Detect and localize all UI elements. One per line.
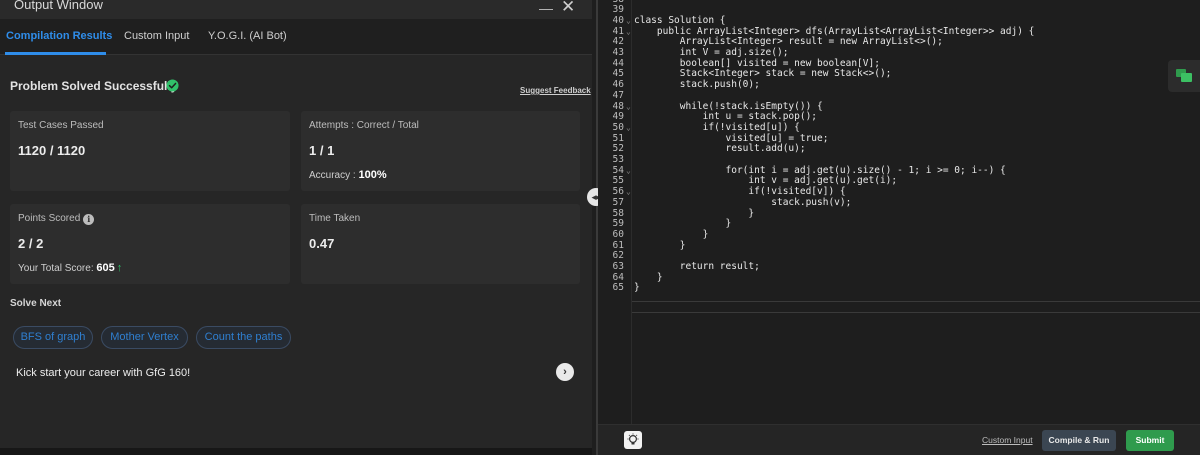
test-cases-value: 1120 / 1120 [18,143,86,158]
total-score: Your Total Score: 605 ↑ [18,262,122,274]
code-line[interactable]: } [634,240,686,252]
output-window-title: Output Window [14,0,103,12]
code-line[interactable]: if(!visited[u]) { [634,122,800,134]
editor-bottom-bar: Custom Input Compile & Run Submit [598,424,1200,455]
output-window: Output Window — ✕ Compilation Results Cu… [0,0,592,455]
line-number: 65 [612,282,624,294]
code-line[interactable]: result.add(u); [634,144,806,155]
tab-compilation-results[interactable]: Compilation Results [6,30,112,42]
submit-button[interactable]: Submit [1126,430,1174,451]
bottom-strip [0,448,592,455]
attempts-label: Attempts : Correct / Total [309,120,419,131]
fold-chevron-icon[interactable]: ⌄ [626,16,631,27]
points-value: 2 / 2 [18,236,44,251]
fold-chevron-icon[interactable]: ⌄ [626,123,631,134]
time-label: Time Taken [309,213,361,224]
status-message: Problem Solved Successfully [10,79,178,93]
total-score-value: 605 [96,262,115,274]
line-number: 50 [612,121,624,133]
line-number: 40 [612,14,624,26]
close-icon[interactable]: ✕ [561,0,575,15]
info-icon[interactable]: i [83,214,95,225]
fold-chevron-icon[interactable]: ⌄ [626,187,631,198]
code-line[interactable]: stack.push(v); [634,197,851,209]
code-line[interactable]: class Solution { [634,15,726,27]
fold-chevron-icon[interactable]: ⌄ [626,166,631,177]
attempts-value: 1 / 1 [309,143,335,158]
code-line[interactable]: } [634,283,640,294]
custom-input-link[interactable]: Custom Input [982,435,1033,445]
accuracy-label: Accuracy : [309,170,356,181]
lightbulb-button[interactable] [624,431,642,449]
promo-text: Kick start your career with GfG 160! [16,367,191,379]
points-card: Points Scored i 2 / 2 Your Total Score: 6… [10,204,290,284]
fold-chevron-icon[interactable]: ⌄ [626,102,631,113]
points-label-wrap: Points Scored i [18,213,95,225]
arrow-up-icon: ↑ [116,262,123,274]
time-value: 0.47 [309,236,335,251]
check-circle-icon [166,79,179,92]
code-line[interactable]: } [634,229,709,241]
code-line[interactable]: stack.push(0); [634,79,760,91]
fold-chevron-icon[interactable]: ⌄ [626,27,631,38]
solve-next-heading: Solve Next [10,298,62,309]
chip-mother-vertex[interactable]: Mother Vertex [101,326,188,349]
code-editor[interactable]: 383940⌄class Solution {41⌄ public ArrayL… [598,0,1200,424]
current-line-highlight [632,301,1200,313]
active-tab-indicator [5,52,106,55]
minimize-icon[interactable]: — [539,1,553,15]
test-cases-label: Test Cases Passed [18,120,104,131]
points-label: Points Scored [18,213,81,224]
output-window-header: Output Window — ✕ [0,0,592,19]
line-number: 47 [612,89,624,101]
line-number: 57 [612,196,624,208]
attempts-card: Attempts : Correct / Total 1 / 1 Accurac… [301,111,580,191]
compile-run-button[interactable]: Compile & Run [1042,430,1116,451]
suggest-feedback-link[interactable]: Suggest Feedback [520,86,591,95]
gutter-separator [631,0,632,424]
chip-bfs-of-graph[interactable]: BFS of graph [13,326,93,349]
test-cases-card: Test Cases Passed 1120 / 1120 [10,111,290,191]
tab-yogi-ai-bot[interactable]: Y.O.G.I. (AI Bot) [208,30,287,42]
accuracy-value: 100% [358,169,387,181]
lightbulb-icon [627,433,639,445]
tab-custom-input[interactable]: Custom Input [124,30,189,42]
accuracy: Accuracy : 100% [309,169,387,181]
time-card: Time Taken 0.47 [301,204,580,284]
chat-icon [1176,69,1192,82]
line-number: 60 [612,228,624,240]
chip-count-the-paths[interactable]: Count the paths [196,326,291,349]
output-tabs: Compilation Results Custom Input Y.O.G.I… [0,19,592,55]
chevron-right-icon[interactable]: › [556,363,574,381]
chat-button[interactable] [1168,60,1200,92]
total-score-label: Your Total Score: [18,263,94,274]
